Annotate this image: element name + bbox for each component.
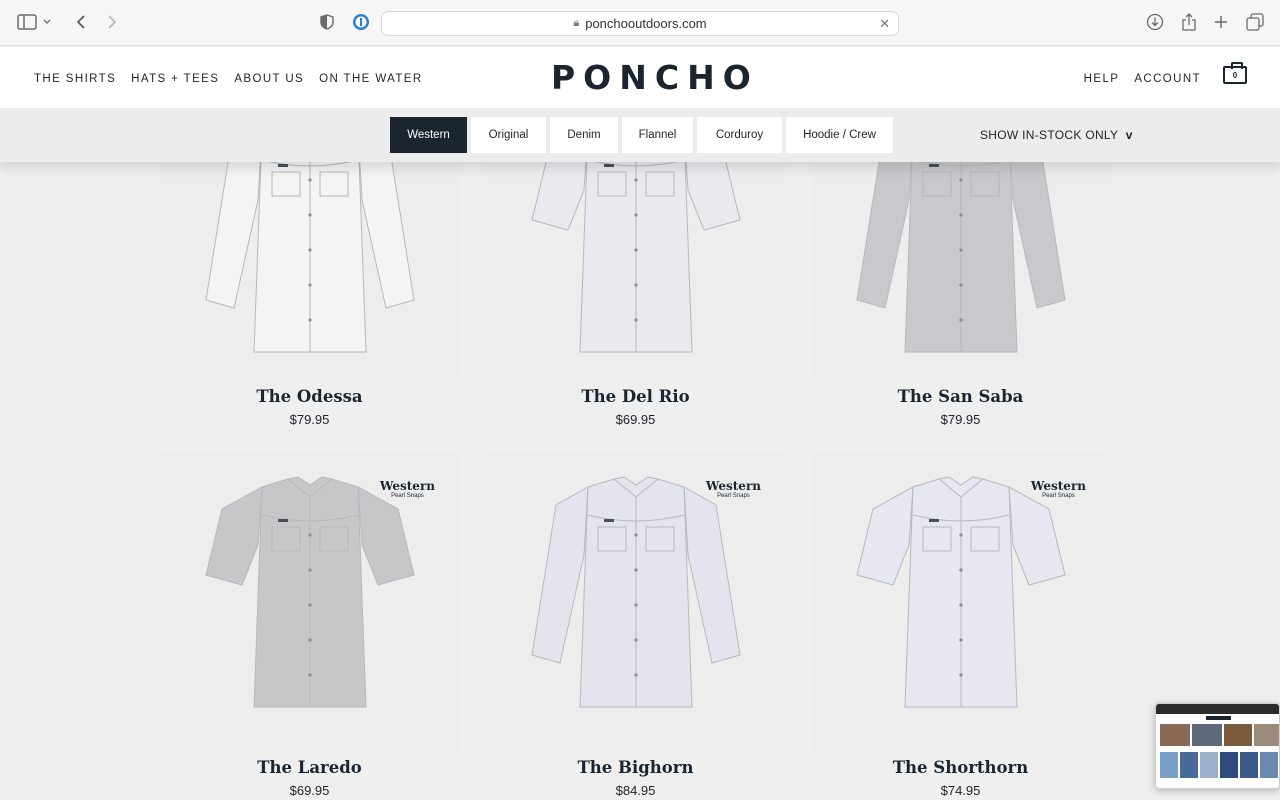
address-bar[interactable]: 🔒︎ ponchooutdoors.com ✕ <box>381 11 899 36</box>
download-icon[interactable] <box>1144 11 1166 33</box>
site-logo[interactable]: PONCHO <box>551 58 759 97</box>
tab-flannel[interactable]: Flannel <box>622 117 693 153</box>
utility-nav: HELP ACCOUNT <box>1069 73 1201 85</box>
nav-hats-tees[interactable]: HATS + TEES <box>131 73 219 85</box>
category-filter-bar: Western Original Denim Flannel Corduroy … <box>0 108 1280 162</box>
tab-hoodie-crew[interactable]: Hoodie / Crew <box>786 117 893 153</box>
product-name[interactable]: The San Saba <box>811 387 1110 406</box>
nav-account[interactable]: ACCOUNT <box>1134 73 1201 85</box>
product-price: $74.95 <box>940 783 981 798</box>
product-image[interactable] <box>160 121 459 378</box>
shirt-illustration <box>531 476 741 708</box>
site-header: THE SHIRTS HATS + TEES ABOUT US ON THE W… <box>0 47 1280 108</box>
product-price: $84.95 <box>615 783 656 798</box>
tab-corduroy[interactable]: Corduroy <box>697 117 782 153</box>
badge-subtitle: Pearl Snaps <box>391 493 424 499</box>
in-stock-toggle[interactable]: SHOW IN-STOCK ONLY v <box>980 128 1133 142</box>
nav-on-the-water[interactable]: ON THE WATER <box>319 73 422 85</box>
product-image[interactable] <box>811 121 1110 378</box>
shirt-illustration <box>205 476 415 708</box>
tab-preview-thumbnail[interactable] <box>1155 703 1280 789</box>
product-name[interactable]: The Del Rio <box>486 387 785 406</box>
badge-title: Western <box>379 479 435 493</box>
primary-nav: THE SHIRTS HATS + TEES ABOUT US ON THE W… <box>34 73 438 85</box>
western-pearl-snaps-badge: Western Pearl Snaps <box>706 480 761 499</box>
lock-icon: 🔒︎ <box>573 17 580 29</box>
category-tabs: Western Original Denim Flannel Corduroy … <box>390 117 893 153</box>
tab-original[interactable]: Original <box>471 117 546 153</box>
shield-icon[interactable] <box>316 11 338 33</box>
product-price: $69.95 <box>289 783 330 798</box>
product-name[interactable]: The Shorthorn <box>811 758 1110 777</box>
product-image[interactable] <box>486 121 785 378</box>
url-text: ponchooutdoors.com <box>585 16 707 31</box>
cart-count: 0 <box>1232 70 1238 80</box>
product-name[interactable]: The Bighorn <box>486 758 785 777</box>
back-icon[interactable] <box>70 11 92 33</box>
product-price: $79.95 <box>940 412 981 427</box>
product-name[interactable]: The Laredo <box>160 758 459 777</box>
chevron-down-icon: v <box>1125 128 1133 142</box>
badge-title: Western <box>1030 479 1086 493</box>
product-price: $69.95 <box>615 412 656 427</box>
shirt-illustration <box>856 476 1066 708</box>
nav-about-us[interactable]: ABOUT US <box>234 73 304 85</box>
western-pearl-snaps-badge: Western Pearl Snaps <box>380 480 435 499</box>
chevron-down-icon[interactable] <box>40 11 54 33</box>
share-icon[interactable] <box>1178 11 1200 33</box>
tab-western[interactable]: Western <box>390 117 467 153</box>
browser-toolbar: 🔒︎ ponchooutdoors.com ✕ <box>0 0 1280 46</box>
badge-subtitle: Pearl Snaps <box>1042 493 1075 499</box>
western-pearl-snaps-badge: Western Pearl Snaps <box>1031 480 1086 499</box>
product-image[interactable]: Western Pearl Snaps <box>160 452 459 752</box>
product-name[interactable]: The Odessa <box>160 387 459 406</box>
nav-help[interactable]: HELP <box>1084 73 1120 85</box>
product-image[interactable]: Western Pearl Snaps <box>811 452 1110 752</box>
forward-icon[interactable] <box>101 11 123 33</box>
clear-icon[interactable]: ✕ <box>879 16 890 32</box>
badge-subtitle: Pearl Snaps <box>717 493 750 499</box>
cart-icon[interactable]: 0 <box>1223 62 1247 84</box>
badge-title: Western <box>705 479 761 493</box>
password-manager-icon[interactable] <box>350 11 372 33</box>
in-stock-label: SHOW IN-STOCK ONLY <box>980 128 1119 142</box>
nav-the-shirts[interactable]: THE SHIRTS <box>34 73 116 85</box>
new-tab-icon[interactable] <box>1210 11 1232 33</box>
tabs-overview-icon[interactable] <box>1244 11 1266 33</box>
product-image[interactable]: Western Pearl Snaps <box>486 452 785 752</box>
tab-denim[interactable]: Denim <box>550 117 618 153</box>
product-price: $79.95 <box>289 412 330 427</box>
sidebar-icon[interactable] <box>16 11 38 33</box>
